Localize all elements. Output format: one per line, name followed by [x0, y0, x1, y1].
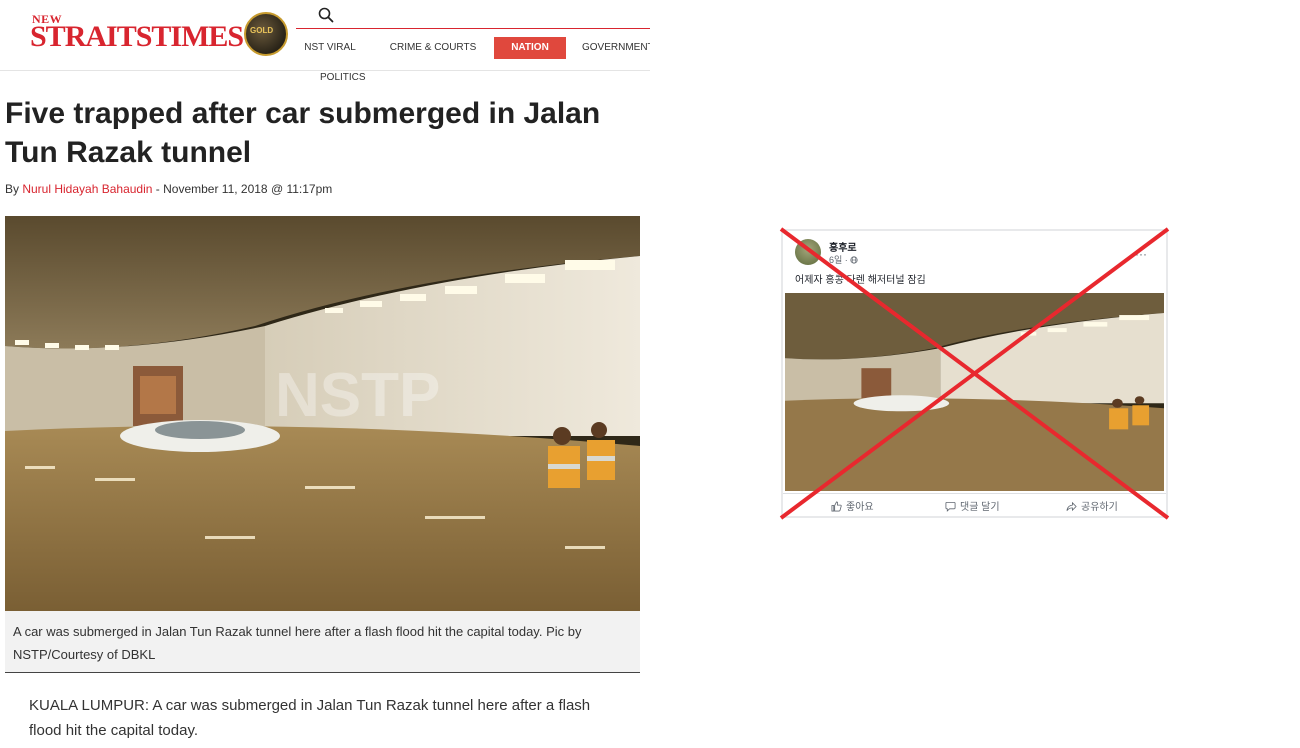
avatar — [795, 239, 821, 265]
author-link[interactable]: Nurul Hidayah Bahaudin — [22, 182, 152, 196]
nav-item-crime-courts[interactable]: CRIME & COURTS — [382, 37, 484, 59]
main-nav: NST VIRAL CRIME & COURTS NATION GOVERNME… — [296, 37, 650, 59]
facebook-post-screenshot: 홍후로 6일 · ··· 어제자 홍콩 다렌 해저터널 잠김 좋아요 댓글 달기… — [781, 229, 1168, 518]
header-bottom-border — [0, 70, 650, 71]
comment-icon — [945, 501, 956, 512]
more-options-icon[interactable]: ··· — [1135, 247, 1147, 261]
photo-caption: A car was submerged in Jalan Tun Razak t… — [5, 611, 640, 673]
share-button[interactable]: 공유하기 — [1066, 498, 1118, 513]
article-date: - November 11, 2018 @ 11:17pm — [152, 182, 333, 196]
fb-user-name: 홍후로 — [829, 243, 857, 254]
logo-wordmark: STRAITSTIMES — [30, 20, 244, 53]
globe-icon — [850, 256, 858, 264]
fb-post-text: 어제자 홍콩 다렌 해저터널 잠김 — [795, 275, 926, 286]
nav-item-politics[interactable]: POLITICS — [320, 72, 366, 83]
article-body-paragraph: KUALA LUMPUR: A car was submerged in Jal… — [29, 697, 591, 739]
fb-post-time: 6일 · — [829, 253, 858, 266]
article-photo: NSTP — [5, 216, 640, 611]
nav-item-government[interactable]: GOVERNMENT — [576, 37, 650, 59]
search-icon[interactable] — [318, 7, 334, 23]
like-button[interactable]: 좋아요 — [831, 498, 874, 513]
gold-award-badge: GOLD — [244, 12, 288, 56]
site-logo[interactable]: NEW STRAITSTIMES GOLD — [28, 12, 290, 58]
nav-item-nst-viral[interactable]: NST VIRAL — [296, 37, 364, 59]
fb-action-bar: 좋아요 댓글 달기 공유하기 — [783, 493, 1166, 516]
thumbs-up-icon — [831, 501, 842, 512]
article-byline: By Nurul Hidayah Bahaudin - November 11,… — [5, 182, 332, 196]
byline-prefix: By — [5, 182, 23, 196]
share-icon — [1066, 501, 1077, 512]
comment-button[interactable]: 댓글 달기 — [945, 498, 1000, 513]
article-headline: Five trapped after car submerged in Jala… — [5, 97, 601, 169]
nav-item-nation[interactable]: NATION — [494, 37, 566, 59]
fb-post-photo — [785, 293, 1164, 491]
header-divider — [296, 28, 650, 29]
photo-watermark: NSTP — [275, 361, 440, 430]
